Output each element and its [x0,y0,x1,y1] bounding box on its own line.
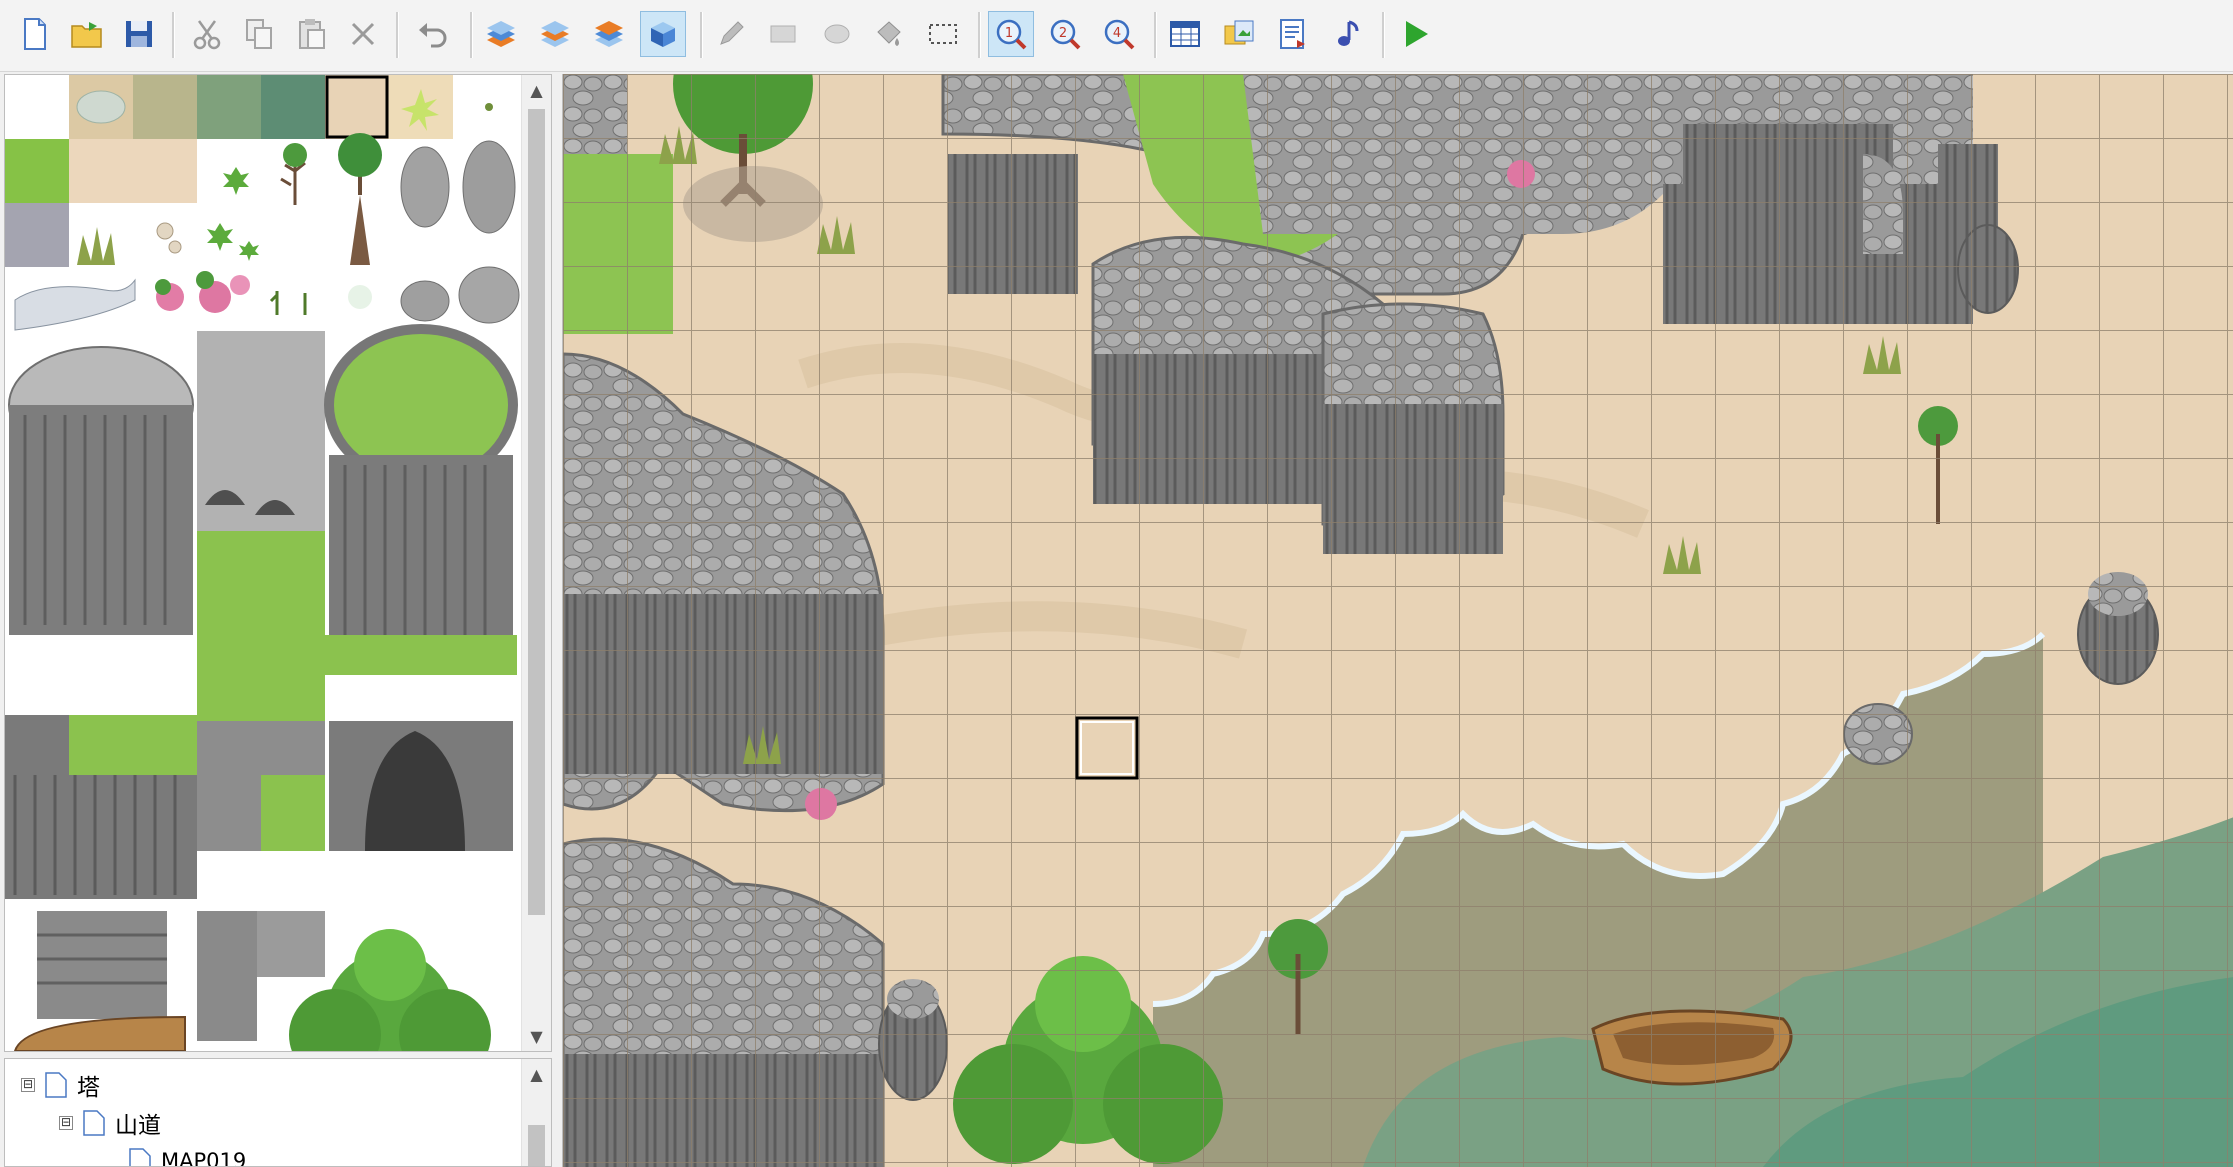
delete-x-icon [351,22,375,46]
ellipse-icon [824,24,850,44]
zoom-1-1-button[interactable]: 1 [988,11,1034,57]
copy-button[interactable] [236,11,282,57]
fill-bucket-icon [877,21,901,46]
copy-icon [246,19,272,49]
cut-button[interactable] [184,11,230,57]
resource-icon [1224,20,1254,45]
scroll-up-icon[interactable]: ▲ [522,75,551,105]
zoom-1-4-button[interactable]: 4 [1096,11,1142,57]
scroll-up-icon[interactable]: ▲ [522,1059,551,1089]
svg-text:1: 1 [1005,26,1013,41]
scroll-thumb[interactable] [528,1125,545,1166]
svg-text:4: 4 [1113,26,1121,41]
paste-button[interactable] [288,11,334,57]
rectangle-tool-button[interactable] [760,11,806,57]
tree-scrollbar[interactable]: ▲ [521,1059,551,1166]
new-document-icon [24,18,46,50]
zoom-1-2-button[interactable]: 2 [1042,11,1088,57]
tree-item-label: 塔 [77,1075,100,1101]
delete-button[interactable] [340,11,386,57]
selection-icon [929,24,957,44]
database-button[interactable] [1162,11,1208,57]
layer-3-button[interactable] [586,11,632,57]
map-editor-canvas[interactable] [562,74,2233,1167]
playtest-button[interactable] [1392,11,1438,57]
map-page-icon [45,1072,67,1098]
map-page-icon [129,1148,151,1166]
scissors-icon [193,20,221,50]
layer-1-button[interactable] [478,11,524,57]
layer-lower-icon [487,21,515,47]
pencil-tool-button[interactable] [708,11,754,57]
svg-text:2: 2 [1059,26,1067,41]
tree-item-mountain-path[interactable]: ⊟ 山道 [59,1105,161,1141]
tree-item-tower[interactable]: ⊟ 塔 [21,1067,100,1103]
rectangle-icon [770,25,796,43]
ellipse-tool-button[interactable] [814,11,860,57]
save-disk-icon [126,21,152,47]
collapse-icon[interactable]: ⊟ [59,1116,73,1130]
script-editor-button[interactable] [1270,11,1316,57]
script-icon [1280,19,1305,49]
collapse-icon[interactable]: ⊟ [21,1078,35,1092]
zoom-1-1-icon: 1 [996,19,1027,50]
open-project-button[interactable] [64,11,110,57]
music-note-icon [1338,20,1359,46]
play-icon [1406,21,1428,47]
map-page-icon [83,1110,105,1136]
save-project-button[interactable] [116,11,162,57]
layer-middle-icon [541,21,569,47]
scroll-down-icon[interactable]: ▼ [522,1021,551,1051]
tileset-palette[interactable]: ▲ ▼ [4,74,552,1052]
event-layer-button[interactable] [640,11,686,57]
tree-item-label: 山道 [115,1113,161,1139]
tileset-image[interactable] [5,75,521,1051]
scroll-thumb[interactable] [528,109,545,915]
event-cube-icon [651,22,675,47]
select-tool-button[interactable] [920,11,966,57]
fill-tool-button[interactable] [866,11,912,57]
tree-item-label: MAP019 [161,1149,247,1167]
paste-icon [299,19,325,49]
layer-upper-icon [595,21,623,47]
sound-test-button[interactable] [1324,11,1370,57]
toolbar: 1 2 4 [0,0,2233,72]
palette-scrollbar[interactable]: ▲ ▼ [521,75,551,1051]
map-tree[interactable]: ⊟ 塔 ⊟ 山道 MAP019 ▲ [4,1058,552,1167]
tree-item-map019[interactable]: MAP019 [129,1143,247,1167]
open-folder-icon [71,22,102,48]
undo-icon [419,23,447,48]
map-image[interactable] [563,74,2233,1167]
zoom-1-2-icon: 2 [1050,19,1081,50]
database-icon [1170,21,1200,47]
pencil-icon [720,21,744,45]
resource-manager-button[interactable] [1216,11,1262,57]
zoom-1-4-icon: 4 [1104,19,1135,50]
new-project-button[interactable] [12,11,58,57]
undo-button[interactable] [410,11,456,57]
layer-2-button[interactable] [532,11,578,57]
